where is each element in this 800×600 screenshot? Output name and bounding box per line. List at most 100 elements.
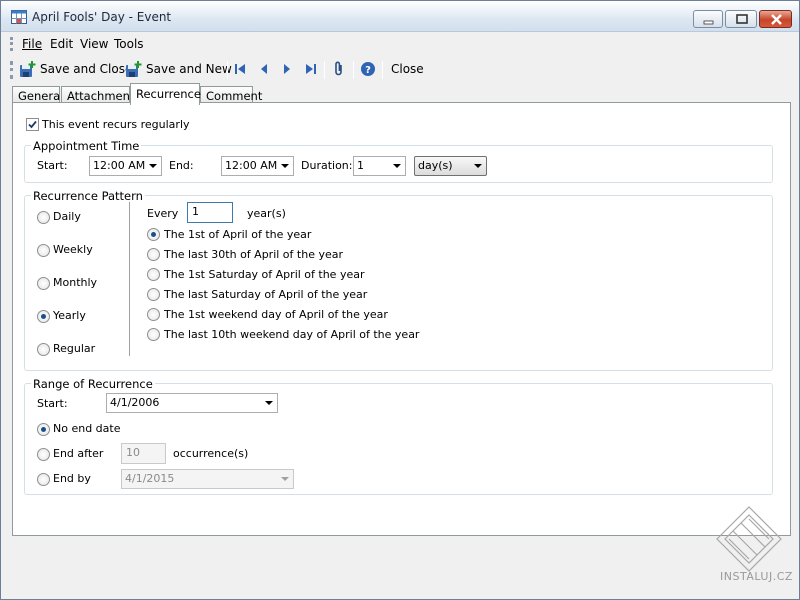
maximize-icon xyxy=(736,14,748,24)
radio-yearly[interactable] xyxy=(37,310,50,323)
save-new-icon xyxy=(126,60,142,77)
save-and-new-button[interactable]: Save and New xyxy=(125,57,232,81)
window-title: April Fools' Day - Event xyxy=(32,10,172,24)
end-by-combo[interactable]: 4/1/2015 xyxy=(121,469,294,489)
duration-combo[interactable]: 1 xyxy=(353,156,406,176)
duration-unit-value: day(s) xyxy=(418,159,453,172)
start-time-combo[interactable]: 12:00 AM xyxy=(89,156,162,176)
close-button[interactable]: Close xyxy=(391,57,424,81)
tab-strip: General Attachments Recurrence Comment xyxy=(1,83,799,105)
appointment-time-title: Appointment Time xyxy=(31,139,142,153)
start-label: Start: xyxy=(37,159,68,172)
radio-option-2[interactable] xyxy=(147,248,160,261)
last-record-icon[interactable] xyxy=(302,60,320,78)
menu-edit[interactable]: Edit xyxy=(50,37,73,51)
checkmark-icon xyxy=(28,120,37,129)
chevron-down-icon xyxy=(474,164,482,168)
radio-option-5[interactable] xyxy=(147,308,160,321)
every-value: 1 xyxy=(192,205,199,218)
radio-weekly[interactable] xyxy=(37,244,50,257)
menu-bar: File Edit View Tools xyxy=(1,33,799,55)
radio-no-end[interactable] xyxy=(37,423,50,436)
radio-end-by[interactable] xyxy=(37,473,50,486)
title-bar[interactable]: April Fools' Day - Event xyxy=(1,1,799,32)
radio-monthly[interactable] xyxy=(37,277,50,290)
recurs-label: This event recurs regularly xyxy=(42,118,190,131)
recurs-checkbox[interactable] xyxy=(26,118,39,131)
watermark-text: INSTALUJ.CZ xyxy=(720,570,793,583)
close-window-button[interactable] xyxy=(759,10,792,28)
next-record-icon[interactable] xyxy=(278,60,296,78)
radio-daily[interactable] xyxy=(37,211,50,224)
menu-view-label: View xyxy=(80,37,109,51)
duration-value: 1 xyxy=(357,159,364,172)
minimize-button[interactable] xyxy=(693,10,723,28)
recurrence-pattern-title: Recurrence Pattern xyxy=(31,189,145,203)
tab-comment-label: Comment xyxy=(206,89,263,103)
end-time-combo[interactable]: 12:00 AM xyxy=(221,156,294,176)
radio-option-1[interactable] xyxy=(147,228,160,241)
toolbar-separator xyxy=(227,61,228,79)
menu-view[interactable]: View xyxy=(80,37,108,51)
svg-text:?: ? xyxy=(365,65,371,76)
radio-regular[interactable] xyxy=(37,343,50,356)
option-1-label: The 1st of April of the year xyxy=(164,228,312,241)
every-unit-label: year(s) xyxy=(247,207,286,220)
chevron-down-icon xyxy=(281,164,289,168)
paperclip-icon[interactable] xyxy=(330,60,348,78)
option-2-label: The last 30th of April of the year xyxy=(164,248,343,261)
toolbar-grip xyxy=(10,61,13,79)
save-and-new-label: Save and New xyxy=(146,62,232,76)
save-and-close-button[interactable]: Save and Close xyxy=(19,57,132,81)
radio-weekly-label: Weekly xyxy=(53,243,93,256)
option-6-label: The last 10th weekend day of April of th… xyxy=(164,328,420,341)
radio-option-3[interactable] xyxy=(147,268,160,281)
every-input[interactable]: 1 xyxy=(187,202,233,223)
tab-recurrence[interactable]: Recurrence xyxy=(130,83,201,105)
save-icon xyxy=(20,60,36,77)
help-icon[interactable]: ? xyxy=(359,60,377,78)
maximize-button[interactable] xyxy=(725,10,757,28)
radio-regular-label: Regular xyxy=(53,342,96,355)
radio-daily-label: Daily xyxy=(53,210,81,223)
radio-option-6[interactable] xyxy=(147,328,160,341)
range-start-combo[interactable]: 4/1/2006 xyxy=(106,393,278,413)
toolbar-separator xyxy=(382,61,383,79)
end-time-value: 12:00 AM xyxy=(225,159,278,172)
range-start-label: Start: xyxy=(37,397,68,410)
radio-yearly-label: Yearly xyxy=(53,309,86,322)
close-label: Close xyxy=(391,62,424,76)
chevron-down-icon xyxy=(149,164,157,168)
menu-file[interactable]: File xyxy=(22,37,42,51)
every-label: Every xyxy=(147,207,179,220)
option-5-label: The 1st weekend day of April of the year xyxy=(164,308,388,321)
menu-edit-label: Edit xyxy=(50,37,74,51)
menu-grip xyxy=(10,37,13,51)
toolbar-separator xyxy=(353,61,354,79)
end-after-label: End after xyxy=(53,447,104,460)
toolbar-separator xyxy=(324,61,325,79)
previous-record-icon[interactable] xyxy=(255,60,273,78)
toolbar: Save and Close Save and New ? Close xyxy=(1,57,799,83)
chevron-down-icon xyxy=(265,401,273,405)
end-after-input[interactable]: 10 xyxy=(121,443,166,464)
recurrence-panel: This event recurs regularly Appointment … xyxy=(12,102,791,536)
tab-recurrence-label: Recurrence xyxy=(136,87,201,101)
range-start-value: 4/1/2006 xyxy=(110,396,160,409)
end-label: End: xyxy=(169,159,194,172)
end-by-value: 4/1/2015 xyxy=(125,472,175,485)
radio-option-4[interactable] xyxy=(147,288,160,301)
calendar-icon xyxy=(11,10,27,24)
end-by-label: End by xyxy=(53,472,91,485)
chevron-down-icon xyxy=(393,164,401,168)
save-and-close-label: Save and Close xyxy=(40,62,133,76)
first-record-icon[interactable] xyxy=(231,60,249,78)
radio-end-after[interactable] xyxy=(37,448,50,461)
close-icon xyxy=(771,14,782,25)
menu-tools[interactable]: Tools xyxy=(114,37,144,51)
range-title: Range of Recurrence xyxy=(31,377,155,391)
duration-label: Duration: xyxy=(301,159,353,172)
option-4-label: The last Saturday of April of the year xyxy=(164,288,368,301)
duration-unit-combo[interactable]: day(s) xyxy=(414,156,487,176)
menu-tools-label: Tools xyxy=(114,37,144,51)
